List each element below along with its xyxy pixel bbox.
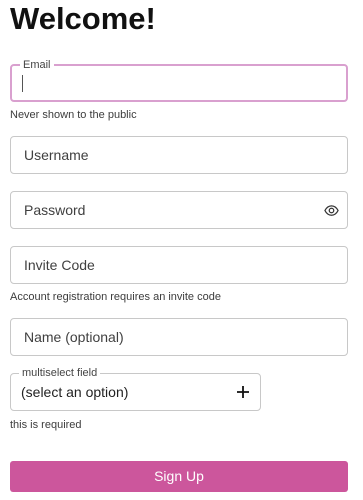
page-title: Welcome! bbox=[10, 1, 156, 36]
multiselect-value: (select an option) bbox=[21, 384, 129, 400]
email-label: Email bbox=[20, 58, 54, 72]
name-placeholder: Name (optional) bbox=[24, 329, 124, 345]
plus-icon[interactable] bbox=[236, 385, 250, 399]
sign-up-button[interactable]: Sign Up bbox=[10, 461, 348, 492]
eye-icon[interactable] bbox=[324, 203, 339, 218]
username-field[interactable]: Username bbox=[10, 136, 348, 174]
invite-code-placeholder: Invite Code bbox=[24, 257, 95, 273]
password-field[interactable]: Password bbox=[10, 191, 348, 229]
invite-code-helper-text: Account registration requires an invite … bbox=[10, 291, 221, 303]
name-field[interactable]: Name (optional) bbox=[10, 318, 348, 356]
multiselect-helper-text: this is required bbox=[10, 419, 82, 431]
invite-code-field[interactable]: Invite Code bbox=[10, 246, 348, 284]
multiselect-field[interactable]: multiselect field (select an option) bbox=[10, 366, 261, 411]
email-helper-text: Never shown to the public bbox=[10, 109, 137, 121]
email-field[interactable]: Email bbox=[10, 58, 348, 102]
text-cursor bbox=[22, 75, 23, 92]
username-placeholder: Username bbox=[24, 147, 89, 163]
password-placeholder: Password bbox=[24, 202, 86, 218]
